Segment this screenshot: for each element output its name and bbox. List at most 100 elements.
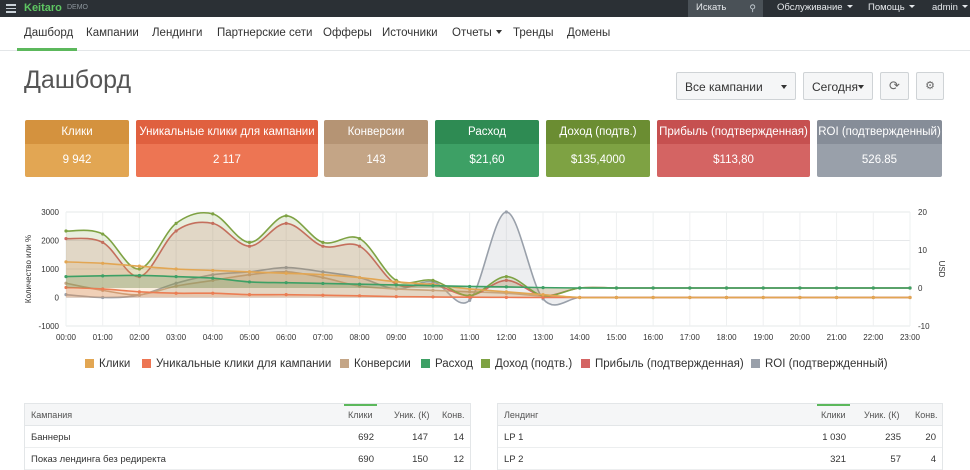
data-point	[174, 275, 178, 279]
nav-offers[interactable]: Офферы	[323, 27, 372, 39]
table-row[interactable]: Показ лендинга без редиректа 690 150 12	[25, 448, 470, 470]
data-point	[284, 214, 288, 218]
y-tick-left: 2000	[41, 237, 59, 246]
campaign-select-value: Все кампании	[685, 80, 763, 94]
help-menu[interactable]: Помощь	[868, 2, 915, 13]
x-tick-label: 05:00	[239, 333, 260, 342]
legend-item[interactable]: Клики	[85, 358, 130, 370]
x-tick-label: 22:00	[863, 333, 884, 342]
nav-domains[interactable]: Домены	[567, 27, 610, 39]
legend-item[interactable]: Прибыль (подтвержденная)	[581, 358, 744, 370]
col-clicks[interactable]: Клики	[821, 410, 846, 420]
legend-item[interactable]: Уникальные клики для кампании	[142, 358, 331, 370]
y-tick-left: 1000	[41, 265, 59, 274]
table-row[interactable]: Баннеры 692 147 14	[25, 426, 470, 448]
table-row[interactable]: LP 1 1 030 235 20	[498, 426, 942, 448]
campaign-select[interactable]: Все кампании	[676, 72, 796, 100]
col-conversions[interactable]: Конв.	[442, 410, 465, 420]
x-tick-label: 12:00	[496, 333, 517, 342]
stat-card-value: 526.85	[817, 144, 942, 177]
nav-affiliate-networks[interactable]: Партнерские сети	[217, 27, 312, 39]
cell-clicks: 690	[358, 454, 374, 465]
data-point	[211, 212, 215, 216]
y-tick-right: 0	[918, 284, 923, 293]
cell-unique: 147	[412, 432, 428, 443]
cell-conversions: 12	[453, 454, 464, 465]
cell-clicks: 1 030	[822, 432, 846, 443]
legend-item[interactable]: Расход	[421, 358, 473, 370]
col-unique[interactable]: Уник. (К)	[394, 410, 430, 420]
x-tick-label: 17:00	[680, 333, 701, 342]
x-tick-label: 02:00	[129, 333, 150, 342]
col-unique[interactable]: Уник. (К)	[864, 410, 900, 420]
y-tick-right: 10	[918, 246, 927, 255]
chevron-down-icon	[858, 85, 864, 89]
stat-card: Доход (подтв.) $135,4000	[546, 120, 650, 177]
data-point	[64, 229, 68, 233]
search-icon[interactable]: ⚲	[749, 3, 756, 14]
settings-button[interactable]: ⚙	[916, 72, 944, 100]
data-point	[724, 295, 729, 300]
table-header: Кампания Клики Уник. (К) Конв.	[25, 404, 470, 426]
table-header: Лендинг Клики Уник. (К) Конв.	[498, 404, 942, 426]
nav-reports[interactable]: Отчеты	[452, 27, 502, 39]
app-logo[interactable]: Keitaro	[24, 1, 62, 15]
y-tick-right: 20	[918, 208, 927, 217]
x-tick-label: 19:00	[753, 333, 774, 342]
y-tick-left: 3000	[41, 208, 59, 217]
legend-label: Клики	[99, 358, 131, 370]
col-campaign[interactable]: Кампания	[31, 410, 72, 420]
data-point	[614, 286, 619, 290]
chevron-down-icon	[908, 5, 915, 8]
data-point	[284, 281, 288, 285]
nav-sources[interactable]: Источники	[382, 27, 438, 39]
legend-item[interactable]: Конверсии	[340, 358, 411, 370]
search-input[interactable]: Искать ⚲	[688, 0, 763, 17]
chevron-down-icon	[781, 85, 787, 89]
legend-label: Уникальные клики для кампании	[156, 358, 332, 370]
nav-campaigns[interactable]: Кампании	[86, 27, 139, 39]
nav-landings[interactable]: Лендинги	[152, 27, 202, 39]
table-row[interactable]: LP 2 321 57 4	[498, 448, 942, 470]
col-landing[interactable]: Лендинг	[504, 410, 538, 420]
cell-clicks: 692	[358, 432, 374, 443]
x-tick-label: 00:00	[56, 333, 77, 342]
user-menu-label: admin	[932, 2, 958, 13]
stat-card-label: Уникальные клики для кампании	[136, 120, 318, 144]
top-bar: Keitaro DEMO Искать ⚲ Обслуживание Помощ…	[0, 0, 970, 17]
user-menu[interactable]: admin	[932, 2, 968, 13]
stat-card: Уникальные клики для кампании 2 117	[136, 120, 318, 177]
nav-trends[interactable]: Тренды	[513, 27, 554, 39]
legend-item[interactable]: Доход (подтв.)	[481, 358, 572, 370]
x-tick-label: 01:00	[93, 333, 114, 342]
legend-item[interactable]: ROI (подтвержденный)	[751, 358, 888, 370]
hamburger-menu-icon[interactable]	[6, 4, 16, 13]
chevron-down-icon	[961, 5, 968, 8]
cell-conversions: 20	[925, 432, 936, 443]
stat-card-label: Прибыль (подтвержденная)	[657, 120, 810, 144]
stat-card: Прибыль (подтвержденная) $113,80	[657, 120, 810, 177]
service-menu[interactable]: Обслуживание	[777, 2, 853, 13]
col-clicks[interactable]: Клики	[348, 410, 373, 420]
data-point	[211, 268, 215, 273]
data-point	[64, 260, 68, 264]
service-menu-label: Обслуживание	[777, 2, 843, 13]
cell-name: LP 1	[504, 432, 524, 443]
col-conversions[interactable]: Конв.	[915, 410, 938, 420]
nav-dashboard[interactable]: Дашборд	[24, 27, 73, 39]
refresh-icon: ⟳	[889, 78, 900, 93]
x-tick-label: 18:00	[717, 333, 738, 342]
page-title: Дашборд	[24, 66, 132, 94]
y-tick-right: -10	[918, 322, 930, 331]
data-point	[101, 232, 105, 236]
refresh-button[interactable]: ⟳	[880, 72, 909, 100]
data-point	[871, 295, 875, 300]
data-point	[394, 283, 398, 287]
cell-unique: 57	[890, 454, 901, 465]
x-tick-label: 21:00	[827, 333, 848, 342]
gear-icon: ⚙	[925, 80, 935, 92]
x-tick-label: 16:00	[643, 333, 664, 342]
data-point	[504, 275, 508, 279]
period-select[interactable]: Сегодня	[803, 72, 873, 100]
stat-card: Конверсии 143	[324, 120, 428, 177]
